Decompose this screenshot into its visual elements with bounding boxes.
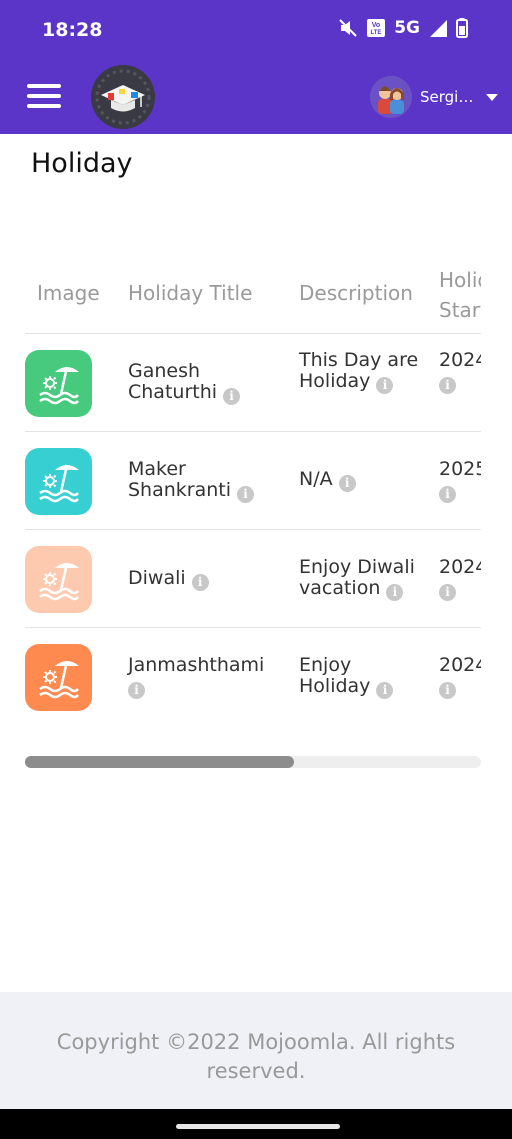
holiday-title: Maker Shankranti i xyxy=(128,459,278,503)
info-icon[interactable]: i xyxy=(439,584,456,601)
info-icon[interactable]: i xyxy=(338,475,356,492)
app-bar: Sergio Alvarado xyxy=(0,60,512,134)
info-icon[interactable]: i xyxy=(128,682,145,699)
scrollbar-thumb[interactable] xyxy=(25,756,294,768)
status-time: 18:28 xyxy=(42,19,103,41)
holiday-icon xyxy=(25,350,92,417)
holiday-start: 2024 i xyxy=(439,349,481,394)
column-header-image[interactable]: Image xyxy=(37,281,100,305)
info-icon[interactable]: i xyxy=(376,377,394,394)
holiday-title: Diwali i xyxy=(128,568,278,591)
holiday-title: Ganesh Chaturthi i xyxy=(128,361,278,405)
status-bar: 18:28 Vo LTE 5G xyxy=(0,0,512,60)
table-row[interactable]: Maker Shankranti i N/A i 2025 i xyxy=(25,432,481,530)
info-icon[interactable]: i xyxy=(439,377,456,394)
holiday-icon xyxy=(25,644,92,711)
holiday-title: Janmashthami i xyxy=(128,654,265,699)
table-row[interactable]: Janmashthami i Enjoy Holiday i 2024 i xyxy=(25,628,481,725)
mute-icon xyxy=(339,19,357,37)
svg-text:LTE: LTE xyxy=(371,30,382,36)
menu-icon xyxy=(27,84,61,88)
avatar xyxy=(370,76,412,118)
table-row[interactable]: Diwali i Enjoy Diwali vacation i 2024 i xyxy=(25,530,481,628)
table-header: Image Holiday Title Description Holiday … xyxy=(25,250,481,334)
status-icons: Vo LTE 5G xyxy=(338,18,468,38)
system-nav-bar xyxy=(0,1109,512,1139)
holiday-table[interactable]: Image Holiday Title Description Holiday … xyxy=(25,250,481,725)
chevron-down-icon xyxy=(486,93,498,101)
column-header-start[interactable]: Holiday Start xyxy=(439,265,481,325)
column-header-title[interactable]: Holiday Title xyxy=(128,281,252,305)
page-title: Holiday xyxy=(31,148,133,179)
school-logo[interactable] xyxy=(91,65,155,129)
menu-button[interactable] xyxy=(27,84,61,110)
info-icon[interactable]: i xyxy=(439,486,456,503)
couple-avatar-icon xyxy=(370,76,412,118)
beach-umbrella-icon xyxy=(39,660,79,699)
info-icon[interactable]: i xyxy=(439,682,456,699)
holiday-start: 2024 i xyxy=(439,556,481,601)
beach-umbrella-icon xyxy=(39,464,79,503)
network-type: 5G xyxy=(394,18,420,38)
holiday-description: Enjoy Diwali vacation i xyxy=(299,556,415,601)
info-icon[interactable]: i xyxy=(376,682,394,699)
volte-icon: Vo LTE xyxy=(367,19,386,37)
copyright-text: Copyright ©2022 Mojoomla. All rights res… xyxy=(56,1030,456,1083)
horizontal-scrollbar[interactable] xyxy=(25,756,481,768)
graduation-cap-icon xyxy=(91,65,155,129)
signal-icon xyxy=(430,20,447,37)
info-icon[interactable]: i xyxy=(223,388,241,405)
info-icon[interactable]: i xyxy=(386,584,404,601)
footer: Copyright ©2022 Mojoomla. All rights res… xyxy=(0,992,512,1109)
info-icon[interactable]: i xyxy=(237,486,255,503)
beach-umbrella-icon xyxy=(39,562,79,601)
beach-umbrella-icon xyxy=(39,366,79,405)
user-name: Sergio Alvarado xyxy=(420,88,478,106)
home-gesture-handle[interactable] xyxy=(176,1124,340,1129)
holiday-start: 2024 i xyxy=(439,654,481,699)
holiday-description: This Day are Holiday i xyxy=(299,349,419,394)
table-row[interactable]: Ganesh Chaturthi i This Day are Holiday … xyxy=(25,334,481,432)
holiday-icon xyxy=(25,448,92,515)
info-icon[interactable]: i xyxy=(191,574,209,591)
battery-icon xyxy=(456,18,468,38)
holiday-icon xyxy=(25,546,92,613)
holiday-description: Enjoy Holiday i xyxy=(299,655,427,699)
column-header-description[interactable]: Description xyxy=(299,281,413,305)
svg-text:Vo: Vo xyxy=(372,22,380,29)
user-menu[interactable]: Sergio Alvarado xyxy=(370,76,498,118)
holiday-description: N/A i xyxy=(299,469,427,492)
holiday-start: 2025 i xyxy=(439,458,481,503)
